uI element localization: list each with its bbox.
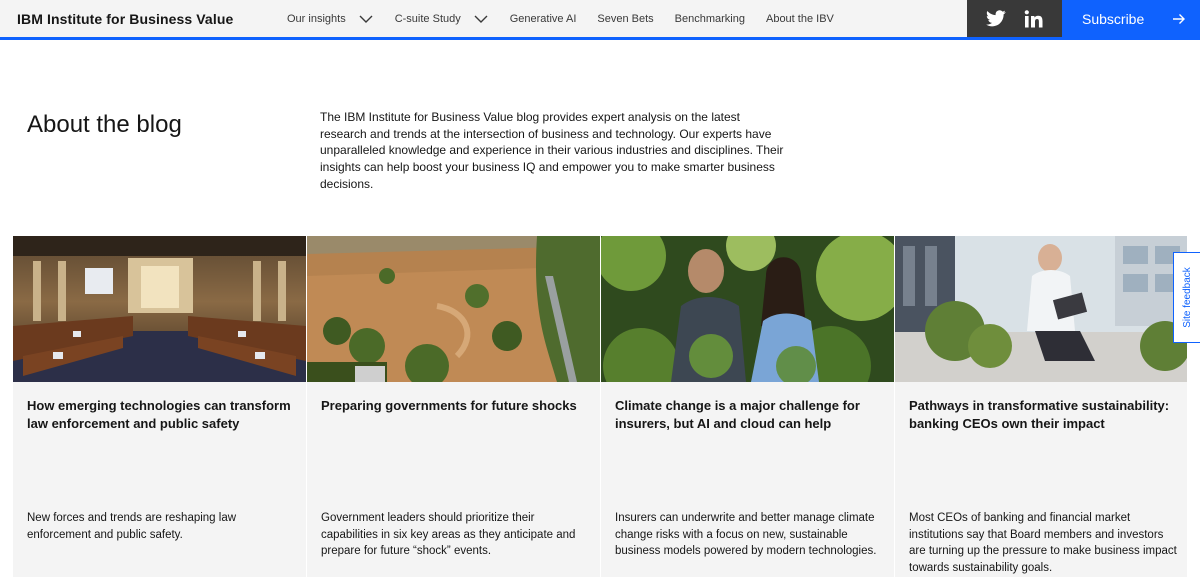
card-description: Insurers can underwrite and better manag…: [615, 512, 877, 558]
card-title: Pathways in transformative sustainabilit…: [909, 398, 1170, 431]
blog-card[interactable]: Preparing governments for future shocks …: [307, 236, 600, 577]
card-title: Climate change is a major challenge for …: [615, 398, 860, 431]
nav-item-label: Our insights: [287, 12, 346, 25]
nav-item-label: Seven Bets: [597, 12, 654, 25]
subscribe-button[interactable]: Subscribe: [1062, 0, 1200, 37]
flooded-landscape-photo: [307, 236, 600, 382]
blog-card[interactable]: How emerging technologies can transform …: [13, 236, 306, 577]
card-description: Most CEOs of banking and financial marke…: [909, 512, 1177, 575]
site-feedback-label: Site feedback: [1181, 267, 1193, 328]
site-feedback-tab[interactable]: Site feedback: [1173, 252, 1200, 343]
nav-item-about-ibv[interactable]: About the IBV: [766, 13, 834, 25]
card-title: How emerging technologies can transform …: [27, 398, 291, 431]
nav-item-seven-bets[interactable]: Seven Bets: [597, 13, 653, 25]
site-brand[interactable]: IBM Institute for Business Value: [17, 11, 233, 27]
nav-item-label: Benchmarking: [674, 12, 745, 25]
man-with-laptop-outdoors-photo: [895, 236, 1187, 382]
card-title: Preparing governments for future shocks: [321, 398, 577, 413]
main-nav: Our insights C-suite Study Generative AI…: [287, 0, 855, 37]
legislative-chamber-photo: [13, 236, 306, 382]
linkedin-icon[interactable]: [1024, 9, 1044, 28]
chevron-down-icon: [359, 15, 373, 23]
chevron-down-icon: [474, 15, 488, 23]
people-in-foliage-photo: [601, 236, 894, 382]
arrow-right-icon: [1173, 14, 1185, 24]
card-description: New forces and trends are reshaping law …: [27, 512, 237, 541]
card-description: Government leaders should prioritize the…: [321, 512, 576, 558]
nav-item-our-insights[interactable]: Our insights: [287, 13, 374, 25]
social-links: [967, 0, 1062, 37]
subscribe-label: Subscribe: [1082, 10, 1145, 27]
nav-item-benchmarking[interactable]: Benchmarking: [675, 13, 745, 25]
nav-item-label: C-suite Study: [394, 12, 461, 25]
twitter-icon[interactable]: [985, 10, 1006, 27]
blog-card[interactable]: Pathways in transformative sustainabilit…: [895, 236, 1187, 577]
page-title: About the blog: [27, 111, 182, 138]
nav-item-label: Generative AI: [509, 12, 577, 25]
nav-item-label: About the IBV: [765, 12, 834, 25]
intro-paragraph: The IBM Institute for Business Value blo…: [320, 110, 784, 191]
blog-card[interactable]: Climate change is a major challenge for …: [601, 236, 894, 577]
nav-item-generative-ai[interactable]: Generative AI: [510, 13, 577, 25]
nav-item-c-suite-study[interactable]: C-suite Study: [395, 13, 489, 25]
top-navigation-bar: IBM Institute for Business Value Our ins…: [0, 0, 1200, 40]
blog-card-grid: How emerging technologies can transform …: [13, 236, 1200, 577]
